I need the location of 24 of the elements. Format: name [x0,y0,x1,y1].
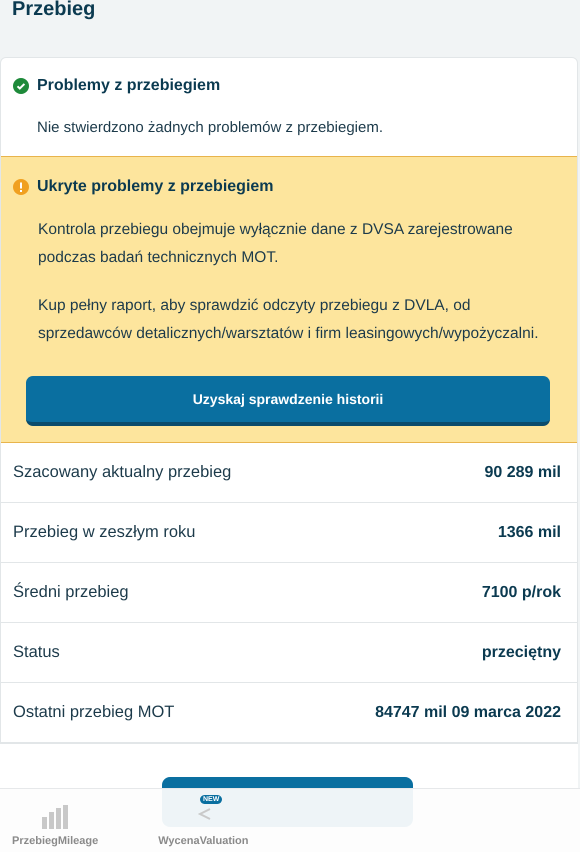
warning-icon [13,179,29,195]
row-label: Szacowany aktualny przebieg [13,463,232,482]
history-button[interactable]: Uzyskaj sprawdzenie historii [26,376,550,426]
row-label: Średni przebieg [13,583,129,602]
row-value: 1366 mil [498,524,561,542]
page-title: Przebieg [11,0,96,22]
section-text: Nie stwierdzono żadnych problemów z przebiegiem. [37,119,384,136]
row-label: Ostatni przebieg MOT [13,703,174,722]
history-button[interactable] [162,777,413,788]
nav-tab[interactable]: PrzebiegMileage [12,835,98,847]
bar-chart-icon[interactable] [42,805,68,829]
row-label: Status [13,643,60,662]
section-text: Kontrola przebiegu obejmuje wyłącznie dane z DVSA zarejestrowane podczas badań technicznych MOT. [38,220,514,268]
section-title: Ukryte problemy z przebiegiem [37,178,274,196]
section-text: Kup pełny raport, aby sprawdzić odczyty przebiegu z DVLA, od sprzedawców detalicznych/warsztatów i firm leasingowych/wypożyczalni. [38,296,540,344]
row-label: Przebieg w zeszłym roku [13,523,196,542]
nav-tab[interactable]: WycenaValuation [158,835,248,847]
check-icon [13,78,29,94]
row-value: przeciętny [482,644,561,662]
chevron-left-icon[interactable] [198,808,212,820]
row-value: 7100 p/rok [482,584,561,602]
section-title: Problemy z przebiegiem [37,77,220,95]
row-value: 84747 mil 09 marca 2022 [375,704,561,722]
row-value: 90 289 mil [484,464,561,482]
